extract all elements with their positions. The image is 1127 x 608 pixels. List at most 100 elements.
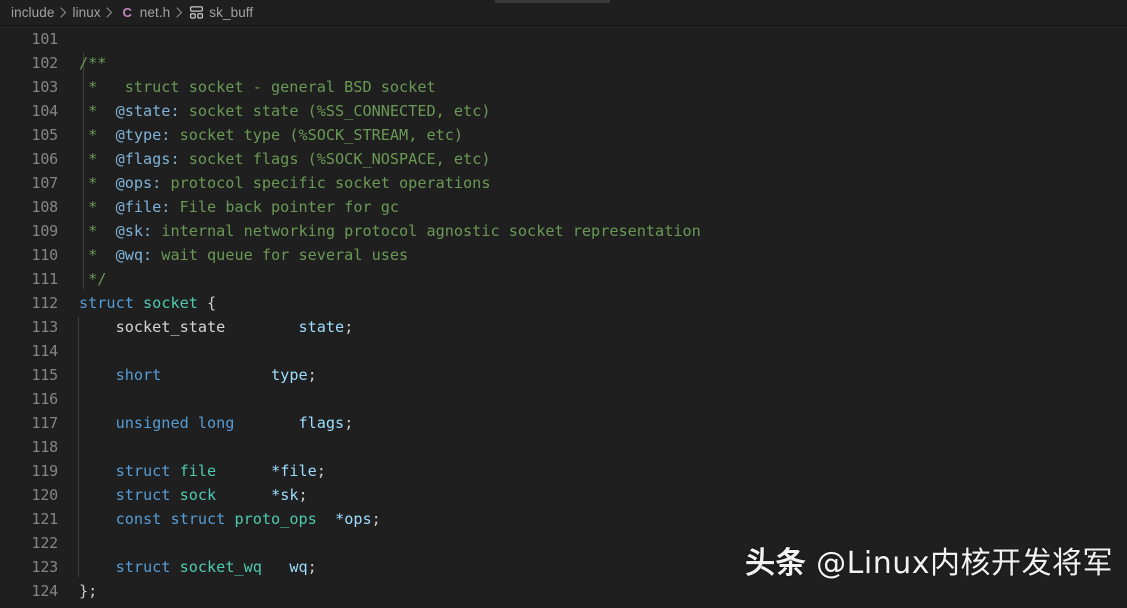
code-content[interactable]: 101 102 /** 103 * struct socket - general B… (0, 27, 1127, 608)
code-line[interactable]: 110 * @wq: wait queue for several uses (0, 243, 1127, 267)
line-number: 115 (31, 366, 59, 384)
code-line[interactable]: 121 const struct proto_ops *ops; (0, 507, 1127, 531)
line-text: * @sk: internal networking protocol agno… (79, 219, 701, 243)
symbol-structure-icon (188, 4, 205, 21)
line-number: 106 (31, 150, 59, 168)
line-text: * @file: File back pointer for gc (79, 195, 399, 219)
watermark: 头条 @Linux内核开发将军 (745, 538, 1113, 582)
scrollbar-thumb[interactable] (495, 0, 610, 3)
line-text: struct sock *sk; (79, 483, 308, 507)
code-token: struct (79, 294, 134, 312)
code-token: @ops: (115, 174, 162, 192)
code-token: socket flags (%SOCK_NOSPACE, etc) (179, 150, 491, 168)
code-line[interactable]: 114 (0, 339, 1127, 363)
code-token: }; (79, 582, 98, 600)
line-number: 117 (31, 414, 59, 432)
watermark-handle: @Linux内核开发将军 (806, 546, 1113, 581)
line-text: /** (79, 51, 106, 75)
line-number: 108 (31, 198, 59, 216)
breadcrumb-item-linux[interactable]: linux (72, 2, 100, 24)
code-line[interactable]: 111 */ (0, 267, 1127, 291)
code-token: socket_wq (179, 558, 262, 576)
line-number: 110 (31, 246, 59, 264)
line-text: * @type: socket type (%SOCK_STREAM, etc) (79, 123, 463, 147)
line-text: */ (79, 267, 106, 291)
breadcrumb-item-net-h[interactable]: C net.h (119, 2, 171, 24)
code-token: ; (316, 462, 326, 480)
code-token: *file (271, 462, 317, 480)
code-token: state (298, 318, 345, 336)
code-token: sock (179, 486, 217, 504)
code-token: * (79, 102, 116, 120)
code-token: @type: (115, 126, 171, 144)
code-line[interactable]: 104 * @state: socket state (%SS_CONNECTE… (0, 99, 1127, 123)
line-text: * struct socket - general BSD socket (79, 75, 435, 99)
code-line[interactable]: 118 (0, 435, 1127, 459)
code-token: struct (115, 462, 171, 480)
code-token: socket (143, 294, 198, 312)
line-number: 120 (31, 486, 59, 504)
line-number: 104 (31, 102, 59, 120)
line-text: * @ops: protocol specific socket operati… (79, 171, 490, 195)
code-line[interactable]: 107 * @ops: protocol specific socket ope… (0, 171, 1127, 195)
code-line[interactable]: 105 * @type: socket type (%SOCK_STREAM, … (0, 123, 1127, 147)
line-number: 121 (31, 510, 59, 528)
line-text: }; (79, 579, 97, 603)
breadcrumb-item-sk-buff[interactable]: sk_buff (188, 2, 253, 24)
line-number: 111 (31, 270, 59, 288)
line-number: 107 (31, 174, 59, 192)
code-line[interactable]: 119 struct file *file; (0, 459, 1127, 483)
code-line[interactable]: 101 (0, 27, 1127, 51)
code-line[interactable]: 102 /** (0, 51, 1127, 75)
code-line[interactable]: 113 socket_state state; (0, 315, 1127, 339)
code-token: @sk: (115, 222, 153, 240)
code-token: * (79, 174, 116, 192)
code-editor[interactable]: 101 102 /** 103 * struct socket - general B… (0, 27, 1127, 608)
code-token: @file: (115, 198, 171, 216)
chevron-right-icon (101, 7, 119, 18)
chevron-right-icon (54, 7, 72, 18)
code-token: proto_ops (234, 510, 317, 528)
code-token: struct (115, 558, 171, 576)
line-number: 105 (31, 126, 59, 144)
code-token: file (179, 462, 217, 480)
code-line[interactable]: 103 * struct socket - general BSD socket (0, 75, 1127, 99)
editor-horizontal-scrollbar[interactable] (0, 0, 1127, 4)
code-line[interactable]: 115 short type; (0, 363, 1127, 387)
code-line[interactable]: 124}; (0, 579, 1127, 603)
line-text: struct socket_wq wq; (79, 555, 317, 579)
line-number: 124 (31, 582, 59, 600)
breadcrumb-item-include[interactable]: include (11, 2, 54, 24)
code-line[interactable]: 120 struct sock *sk; (0, 483, 1127, 507)
code-token: socket type (%SOCK_STREAM, etc) (170, 126, 464, 144)
code-line[interactable]: 112 struct socket { (0, 291, 1127, 315)
code-token: flags (298, 414, 345, 432)
code-line[interactable]: 109 * @sk: internal networking protocol … (0, 219, 1127, 243)
code-token: ; (307, 366, 317, 384)
code-line[interactable]: 116 (0, 387, 1127, 411)
code-token: wait queue for several uses (152, 246, 409, 264)
code-token: wq (289, 558, 308, 576)
chevron-right-icon (170, 7, 188, 18)
line-text: struct socket { (79, 291, 216, 315)
line-text: * @flags: socket flags (%SOCK_NOSPACE, e… (79, 147, 490, 171)
code-token: @wq: (115, 246, 153, 264)
code-line[interactable]: 106 * @flags: socket flags (%SOCK_NOSPAC… (0, 147, 1127, 171)
code-line[interactable]: 117 unsigned long flags; (0, 411, 1127, 435)
code-token: socket_state (115, 318, 226, 336)
code-line[interactable]: 108 * @file: File back pointer for gc (0, 195, 1127, 219)
code-token: /** (79, 54, 107, 72)
